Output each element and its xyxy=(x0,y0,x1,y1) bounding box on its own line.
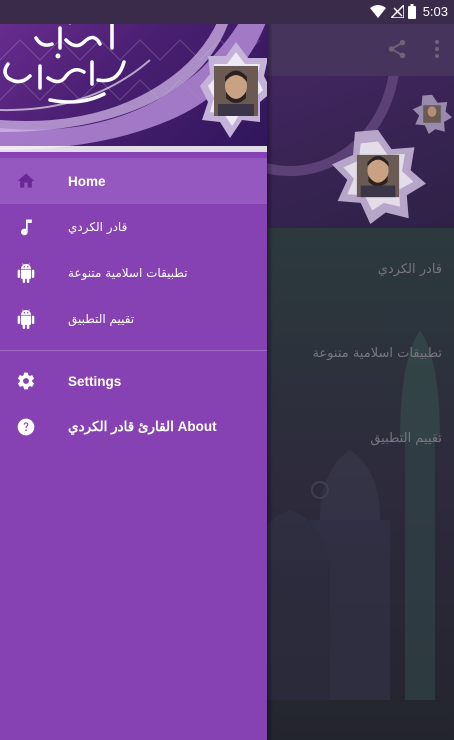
header-calligraphy-logo xyxy=(3,19,126,104)
menu-item-rate-app[interactable]: تقييم التطبيق xyxy=(0,296,267,342)
more-vert-icon[interactable] xyxy=(432,38,442,60)
menu-item-label: القارئ قادر الكردي About xyxy=(68,419,217,434)
gear-icon xyxy=(17,372,35,390)
menu-item-label: Home xyxy=(68,173,106,189)
menu-item-label: Settings xyxy=(68,373,122,389)
home-icon xyxy=(17,173,35,188)
app-list-item[interactable]: تقييم التطبيق xyxy=(370,431,442,446)
menu-item-settings[interactable]: Settings xyxy=(0,358,267,404)
android-icon xyxy=(17,309,35,329)
reciter-portrait xyxy=(200,42,267,138)
app-list-item[interactable]: قادر الكردي xyxy=(378,262,442,277)
drawer-shadow xyxy=(267,0,273,740)
wifi-icon xyxy=(370,5,386,18)
reciter-portrait-star xyxy=(331,129,426,224)
mosque-silhouette xyxy=(250,330,440,700)
status-bar: 5:03 xyxy=(0,0,454,24)
navigation-drawer: Home قادر الكردي تطبيقات اسلامية متنوعة … xyxy=(0,0,267,740)
no-signal-icon xyxy=(391,5,404,18)
menu-item-label: تقييم التطبيق xyxy=(68,312,135,326)
share-icon[interactable] xyxy=(386,38,408,60)
app-list-item[interactable]: تطبيقات اسلامية متنوعة xyxy=(312,346,442,361)
android-icon xyxy=(17,263,35,283)
header-separator xyxy=(0,146,267,152)
menu-item-label: قادر الكردي xyxy=(68,220,128,234)
music-note-icon xyxy=(21,219,32,236)
menu-item-about[interactable]: القارئ قادر الكردي About xyxy=(0,404,267,450)
menu-item-label: تطبيقات اسلامية متنوعة xyxy=(68,266,188,280)
menu-item-qader-alkurdi[interactable]: قادر الكردي xyxy=(0,204,267,250)
help-icon xyxy=(17,418,35,436)
status-time: 5:03 xyxy=(422,4,448,19)
battery-icon xyxy=(408,4,416,19)
drawer-divider xyxy=(0,350,267,351)
menu-item-islamic-apps[interactable]: تطبيقات اسلامية متنوعة xyxy=(0,250,267,296)
menu-item-home[interactable]: Home xyxy=(0,158,267,204)
reciter-portrait-star-small xyxy=(412,94,452,134)
